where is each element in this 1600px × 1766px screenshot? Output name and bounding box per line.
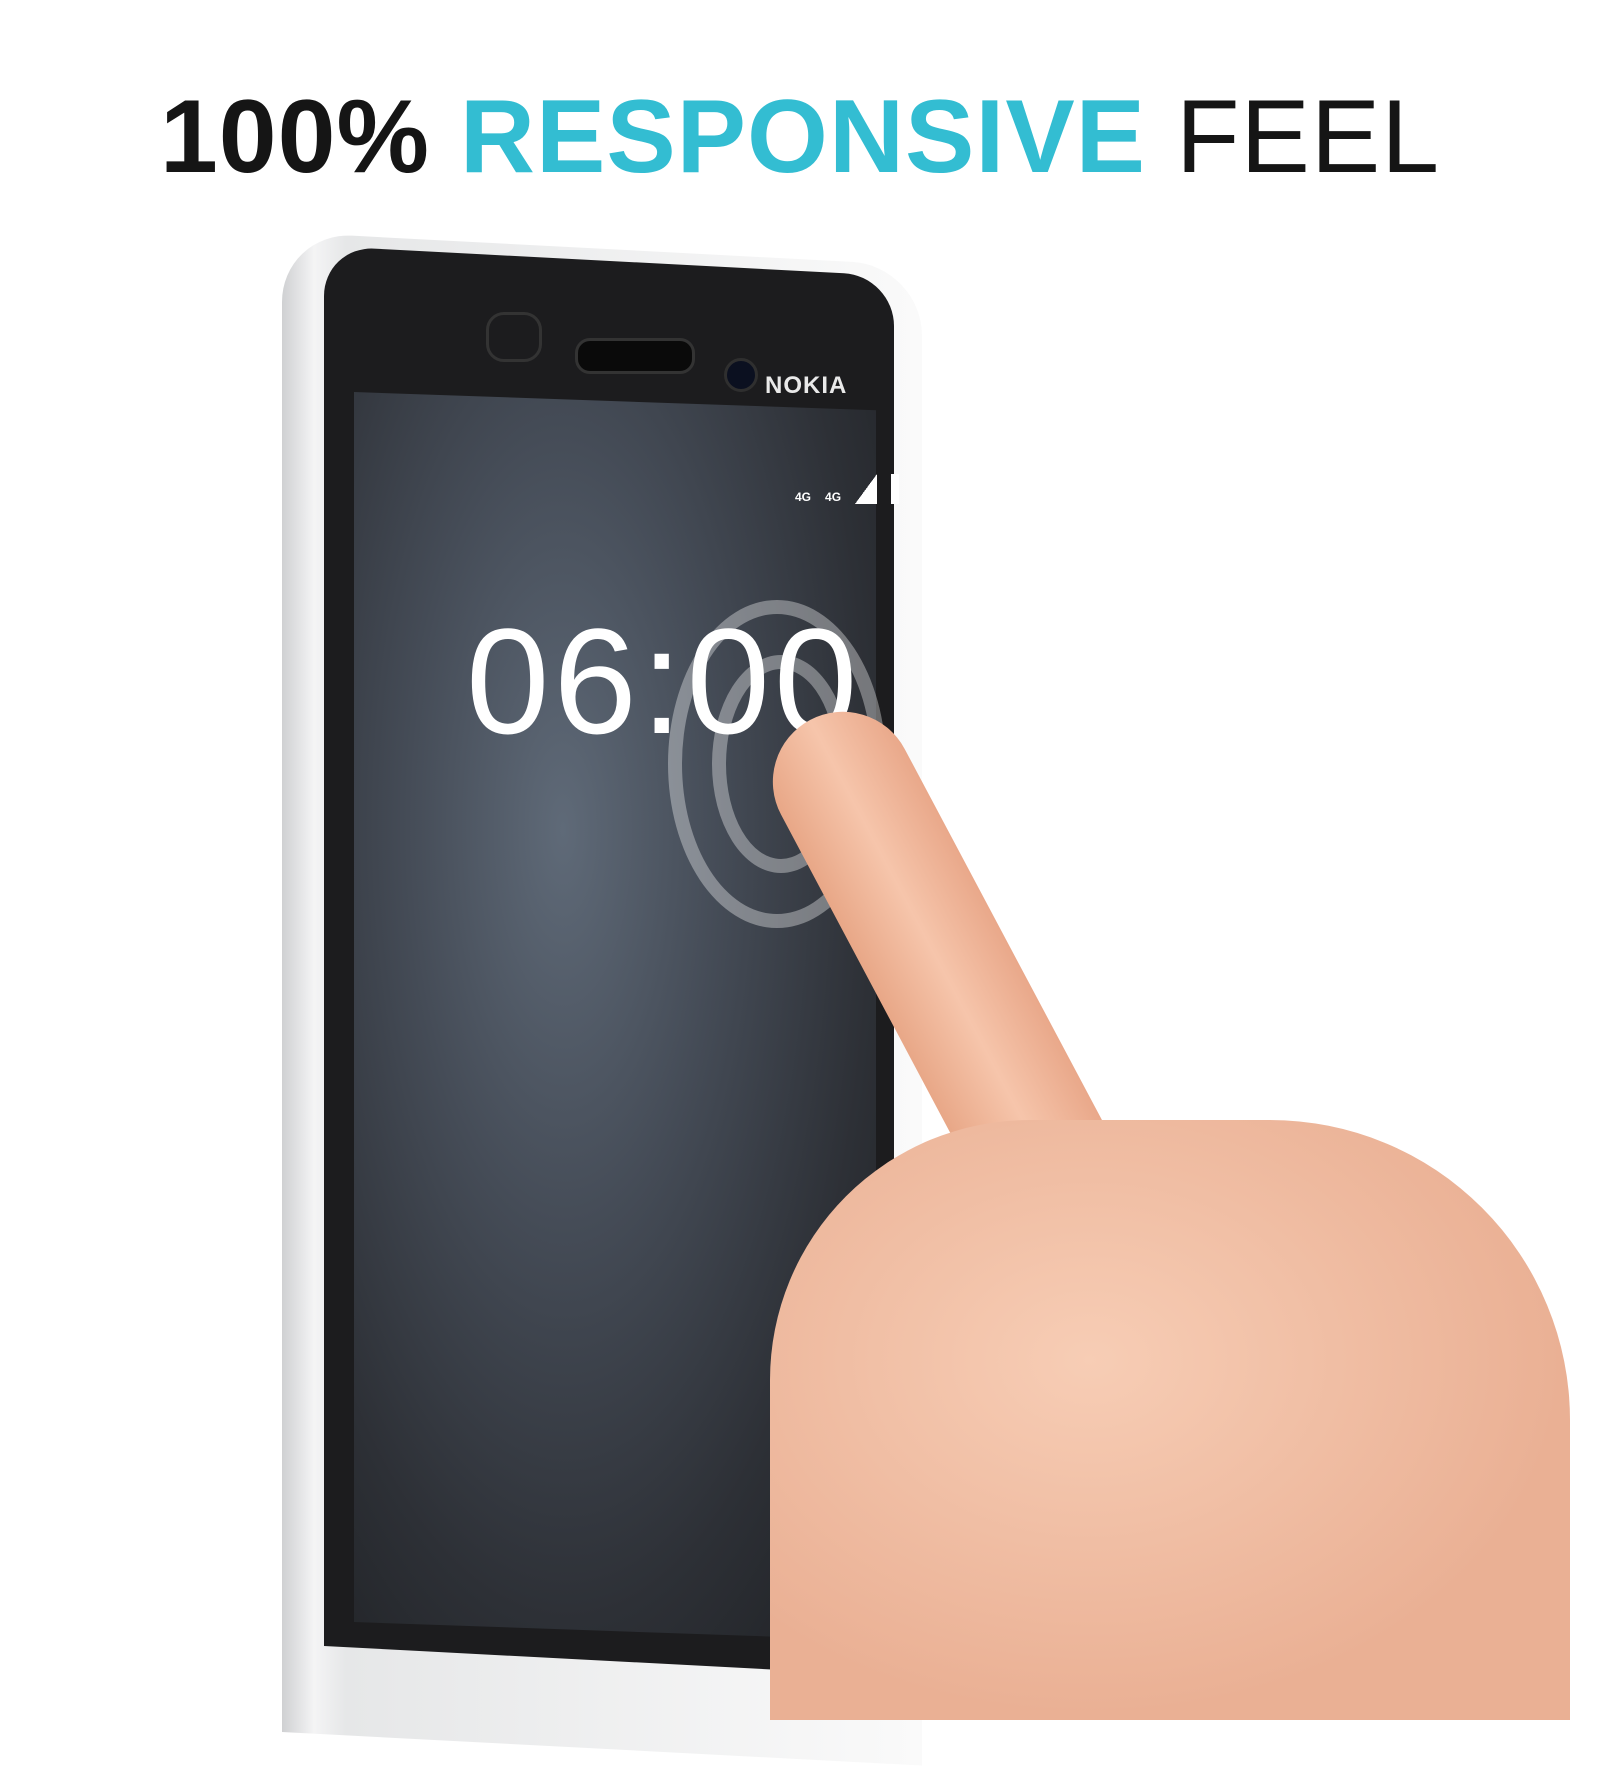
hand [770,1120,1570,1720]
headline-feel: FEEL [1175,79,1441,195]
front-camera-icon [724,358,758,392]
earpiece-speaker [575,338,695,374]
network-label-2: 4G [825,490,842,504]
headline-percent: 100% [159,79,430,195]
battery-icon [891,474,900,504]
headline: 100% RESPONSIVE FEEL [0,78,1600,197]
status-bar: 4G 4G [795,474,900,504]
signal-icon [855,474,878,504]
sensor-icon [486,312,542,362]
headline-responsive: RESPONSIVE [459,79,1147,195]
network-label-1: 4G [795,490,812,504]
brand-logo: NOKIA [765,372,848,399]
